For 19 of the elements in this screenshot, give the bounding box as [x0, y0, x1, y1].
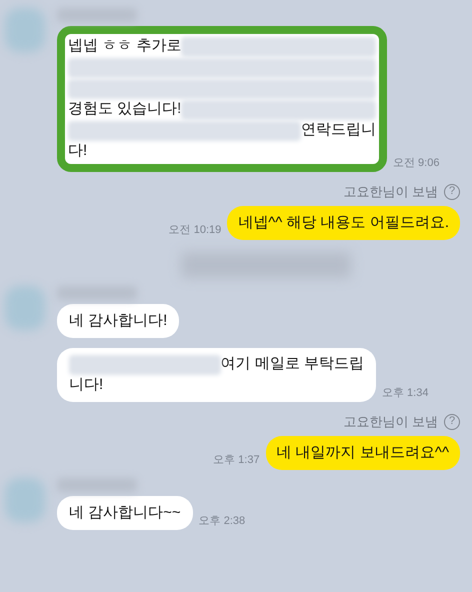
- message-text: 네넵^^ 해당 내용도 어필드려요.: [238, 214, 449, 230]
- sender-note: 고요한님이 보냄: [343, 413, 438, 431]
- message-time: 오전 9:06: [393, 156, 440, 170]
- message-text: 네 감사합니다!: [69, 310, 168, 330]
- message-text: 넵넵 ㅎㅎ 추가로: [68, 36, 182, 56]
- message-time: 오전 10:19: [168, 223, 222, 238]
- message-time: 오후 1:34: [382, 386, 428, 400]
- message-text: 니다!: [69, 375, 104, 396]
- help-icon[interactable]: ?: [444, 414, 460, 430]
- message-text: 연락드립니: [301, 120, 376, 140]
- message-text: 다!: [68, 141, 88, 162]
- sender-note: 고요한님이 보냄: [343, 183, 438, 201]
- message-time: 오후 2:38: [198, 514, 246, 528]
- message-time: 오후 1:37: [213, 453, 260, 468]
- message-text: 여기 메일로 부탁드립: [220, 354, 364, 374]
- help-icon[interactable]: ?: [444, 184, 460, 200]
- message-text: 경험도 있습니다!: [68, 99, 182, 120]
- message-text: 네 내일까지 보내드려요^^: [276, 444, 449, 460]
- message-text: 네 감사합니다~~: [69, 502, 181, 522]
